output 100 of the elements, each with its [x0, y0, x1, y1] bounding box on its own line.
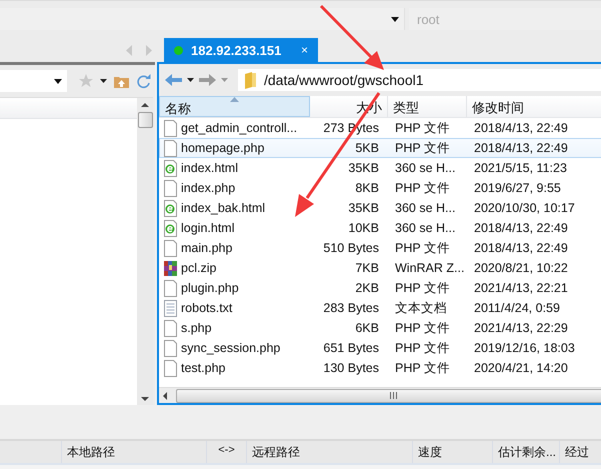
scroll-thumb[interactable]	[138, 112, 152, 128]
file-type: 360 se H...	[395, 221, 456, 235]
left-arrow-icon[interactable]	[163, 392, 167, 400]
forward-arrow-icon[interactable]	[199, 74, 216, 86]
column-header[interactable]: 远程路径	[247, 441, 413, 463]
file-size: 510 Bytes	[323, 241, 379, 255]
file-row[interactable]: index.html 35KB 360 se H... 2021/5/15, 11:23	[159, 158, 601, 178]
modified-time: 2020/4/21, 14:20	[474, 361, 568, 375]
file-name: main.php	[181, 241, 232, 255]
column-header[interactable]: <->	[207, 441, 247, 463]
file-row[interactable]: main.php 510 Bytes PHP 文件 2018/4/13, 22:49	[159, 238, 601, 258]
caret-icon	[54, 78, 62, 84]
file-type: PHP 文件	[395, 320, 450, 336]
file-size: 2KB	[355, 281, 379, 295]
caret-icon[interactable]	[187, 78, 194, 82]
grip-icon	[390, 392, 396, 399]
file-type: PHP 文件	[395, 360, 450, 376]
horizontal-scrollbar[interactable]	[159, 387, 601, 403]
file-icon	[164, 320, 177, 336]
local-path-field[interactable]	[0, 70, 67, 92]
column-header[interactable]: 估计剩余...	[493, 441, 560, 463]
file-name: sync_session.php	[181, 341, 280, 355]
file-row[interactable]: robots.txt 283 Bytes 文本文档 2011/4/24, 0:59	[159, 298, 601, 318]
file-type: PHP 文件	[395, 180, 450, 196]
file-name: index.html	[181, 161, 238, 175]
file-icon	[164, 280, 177, 296]
file-type: WinRAR Z...	[395, 261, 464, 275]
column-header[interactable]: 经过	[560, 441, 601, 463]
archive-icon	[164, 260, 177, 276]
file-icon	[164, 360, 177, 376]
file-row[interactable]: homepage.php 5KB PHP 文件 2018/4/13, 22:49	[159, 138, 601, 158]
file-icon	[164, 340, 177, 356]
file-type: PHP 文件	[395, 120, 450, 136]
web-page-icon	[164, 220, 177, 236]
file-name: s.php	[181, 321, 212, 335]
vertical-scrollbar[interactable]	[137, 98, 153, 405]
file-size: 6KB	[355, 321, 379, 335]
column-header[interactable]: 类型	[388, 96, 467, 117]
modified-time: 2019/6/27, 9:55	[474, 181, 561, 195]
modified-time: 2021/4/13, 22:29	[474, 321, 568, 335]
modified-time: 2020/8/21, 10:22	[474, 261, 568, 275]
file-name: robots.txt	[181, 301, 232, 315]
file-size: 35KB	[348, 201, 379, 215]
path-field[interactable]: /data/wwwroot/gwschool1	[238, 69, 601, 91]
file-type: 360 se H...	[395, 201, 456, 215]
file-size: 651 Bytes	[323, 341, 379, 355]
file-type: 文本文档	[395, 300, 447, 316]
file-row[interactable]: index.php 8KB PHP 文件 2019/6/27, 9:55	[159, 178, 601, 198]
file-icon	[164, 140, 177, 156]
column-header[interactable]: 名称	[159, 96, 310, 117]
file-name: login.html	[181, 221, 234, 235]
file-type: PHP 文件	[395, 340, 450, 356]
file-icon	[164, 240, 177, 256]
star-icon[interactable]	[79, 74, 93, 88]
file-size: 10KB	[348, 221, 379, 235]
annotation-arrow	[320, 4, 384, 70]
web-page-icon	[164, 200, 177, 216]
folder-up-icon[interactable]	[114, 74, 129, 88]
file-size: 7KB	[355, 261, 379, 275]
refresh-icon[interactable]	[136, 74, 151, 88]
modified-time: 2018/4/13, 22:49	[474, 141, 568, 155]
right-arrow-icon[interactable]	[145, 44, 152, 56]
column-header[interactable]: 本地路径	[62, 441, 207, 463]
file-row[interactable]: pcl.zip 7KB WinRAR Z... 2020/8/21, 10:22	[159, 258, 601, 278]
sort-arrow-icon	[230, 97, 239, 102]
column-header[interactable]: 修改时间	[467, 96, 601, 117]
file-icon	[164, 120, 177, 136]
host-field[interactable]	[0, 8, 405, 30]
close-button[interactable]: ×	[300, 43, 308, 57]
file-row[interactable]: login.html 10KB 360 se H... 2018/4/13, 22:49	[159, 218, 601, 238]
modified-time: 2021/4/13, 22:21	[474, 281, 568, 295]
modified-time: 2020/10/30, 10:17	[474, 201, 575, 215]
file-row[interactable]: plugin.php 2KB PHP 文件 2021/4/13, 22:21	[159, 278, 601, 298]
file-icon	[164, 180, 177, 196]
file-type: PHP 文件	[395, 140, 450, 156]
caret-icon	[391, 16, 399, 22]
file-row[interactable]: sync_session.php 651 Bytes PHP 文件 2019/12/16, 18:03	[159, 338, 601, 358]
file-row[interactable]: s.php 6KB PHP 文件 2021/4/13, 22:29	[159, 318, 601, 338]
caret-icon[interactable]	[100, 79, 107, 83]
file-type: PHP 文件	[395, 240, 450, 256]
file-name: test.php	[181, 361, 226, 375]
modified-time: 2011/4/24, 0:59	[474, 301, 560, 315]
file-size: 130 Bytes	[323, 361, 379, 375]
down-arrow-icon[interactable]	[141, 397, 149, 401]
modified-time: 2018/4/13, 22:49	[474, 121, 568, 135]
back-arrow-icon[interactable]	[165, 74, 182, 86]
status-dot	[174, 46, 183, 54]
server-tab[interactable]: 182.92.233.151 ×	[164, 38, 318, 62]
modified-time: 2021/5/15, 11:23	[474, 161, 567, 175]
folder-icon	[245, 72, 256, 88]
text-file-icon	[164, 300, 177, 316]
column-header[interactable]: 速度	[413, 441, 493, 463]
file-name: homepage.php	[181, 141, 264, 155]
web-page-icon	[164, 160, 177, 176]
file-type: PHP 文件	[395, 280, 450, 296]
file-row[interactable]: index_bak.html 35KB 360 se H... 2020/10/30, 10:17	[159, 198, 601, 218]
modified-time: 2018/4/13, 22:49	[474, 221, 568, 235]
up-arrow-icon[interactable]	[141, 103, 149, 107]
modified-time: 2018/4/13, 22:49	[474, 241, 568, 255]
file-row[interactable]: test.php 130 Bytes PHP 文件 2020/4/21, 14:20	[159, 358, 601, 378]
